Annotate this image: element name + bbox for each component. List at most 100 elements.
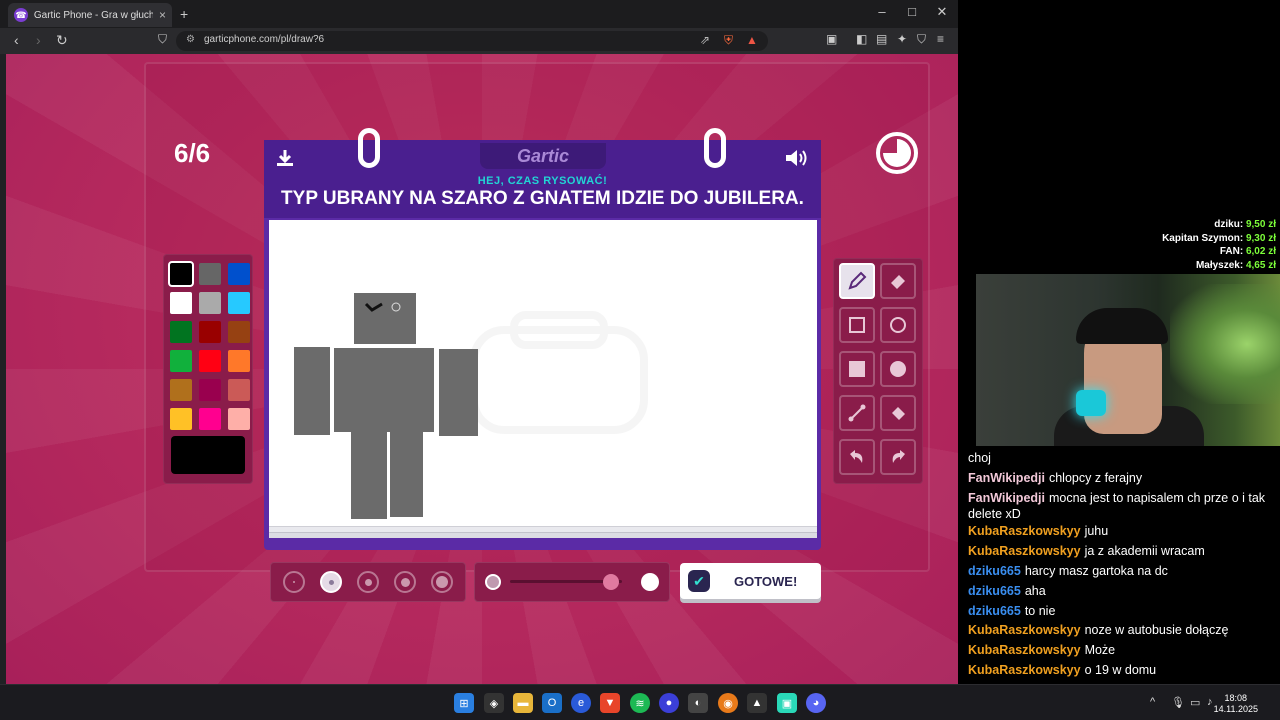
reader-icon[interactable]: ▣: [826, 32, 837, 46]
chat-text: o 19 w domu: [1084, 663, 1157, 677]
color-swatch[interactable]: [228, 292, 250, 314]
color-swatch[interactable]: [228, 263, 250, 285]
download-icon[interactable]: [275, 148, 295, 173]
leo-icon[interactable]: ✦: [897, 32, 907, 46]
tray-chevron-icon[interactable]: ^: [1150, 696, 1155, 708]
spotify-icon[interactable]: ≋: [630, 693, 650, 713]
share-icon[interactable]: ⇗: [700, 33, 710, 47]
app-icon[interactable]: ◐: [688, 693, 708, 713]
rectangle-outline-icon[interactable]: [839, 307, 875, 343]
color-swatch[interactable]: [199, 292, 221, 314]
opacity-low-icon: [485, 574, 501, 590]
discord-icon[interactable]: ◕: [806, 693, 826, 713]
obs-icon[interactable]: ●: [659, 693, 679, 713]
wallet-icon[interactable]: ▤: [876, 32, 887, 46]
color-swatch[interactable]: [199, 379, 221, 401]
chat-username: dziku665: [968, 583, 1021, 598]
back-icon[interactable]: ‹: [14, 32, 19, 48]
opacity-slider-thumb[interactable]: [602, 574, 619, 590]
color-swatch[interactable]: [228, 321, 250, 343]
chat-text: juhu: [1084, 524, 1109, 539]
brush-size-option[interactable]: [283, 571, 305, 593]
color-swatch[interactable]: [199, 408, 221, 430]
undo-icon[interactable]: [839, 439, 875, 475]
volume-icon[interactable]: [784, 148, 810, 173]
url-text: garticphone.com/pl/draw?6: [204, 34, 325, 45]
site-info-icon[interactable]: ⚙: [186, 34, 195, 45]
color-swatch[interactable]: [228, 379, 250, 401]
bookmark-icon[interactable]: ⛉: [158, 32, 167, 47]
tab-bar: ☎ Gartic Phone - Gra w głuchy tele × + –…: [0, 0, 958, 28]
brush-size-option[interactable]: [357, 571, 379, 593]
gartic-logo: Gartic: [480, 143, 606, 169]
start-icon[interactable]: ⊞: [454, 693, 474, 713]
maximize-icon[interactable]: □: [897, 4, 927, 19]
ellipse-filled-icon[interactable]: [880, 351, 916, 387]
chat-username: FanWikipedji: [968, 470, 1045, 485]
chat-username: dziku665: [968, 603, 1021, 618]
menu-icon[interactable]: ≡: [937, 32, 944, 46]
chat-username: KubaRaszkowskyy: [968, 623, 1081, 638]
chat-message: dziku665 harcy masz gartoka na dc: [968, 563, 1276, 579]
color-swatch[interactable]: [170, 292, 192, 314]
edge-icon[interactable]: e: [571, 693, 591, 713]
brave-icon[interactable]: ▼: [600, 693, 620, 713]
line-icon[interactable]: [839, 395, 875, 431]
color-swatch[interactable]: [170, 379, 192, 401]
forward-icon[interactable]: ›: [36, 32, 41, 48]
chat-message: dziku665 aha: [968, 583, 1276, 599]
chat-message: KubaRaszkowskyy noze w autobusie dołączę: [968, 622, 1276, 638]
rectangle-filled-icon[interactable]: [839, 351, 875, 387]
davinci-icon[interactable]: ◈: [484, 693, 504, 713]
color-swatch[interactable]: [199, 350, 221, 372]
chat-message: FanWikipedji mocna jest to napisalem ch p…: [968, 490, 1276, 522]
address-bar[interactable]: ⚙ garticphone.com/pl/draw?6 ⇗ ⛨ ▲: [176, 31, 768, 51]
sidebar-icon[interactable]: ◧: [856, 32, 867, 46]
tab-close-icon[interactable]: ×: [159, 8, 166, 22]
brave-rewards-icon[interactable]: ▲: [746, 33, 758, 47]
chat-message: KubaRaszkowskyy Może: [968, 642, 1276, 658]
brave-shields-icon[interactable]: ⛨: [724, 33, 733, 48]
color-swatch[interactable]: [170, 321, 192, 343]
donation-row: Małyszek: 4,65 zł: [1195, 259, 1276, 271]
done-button[interactable]: ✔ GOTOWE!: [680, 563, 821, 599]
brush-size-option[interactable]: [431, 571, 453, 593]
color-swatch[interactable]: [199, 263, 221, 285]
chat-text: aha: [1024, 583, 1046, 598]
tab-gartic[interactable]: ☎ Gartic Phone - Gra w głuchy tele ×: [8, 3, 172, 27]
microphone-icon[interactable]: 🎙: [1171, 696, 1185, 709]
reload-icon[interactable]: ↻: [56, 32, 68, 49]
bucket-icon[interactable]: [880, 395, 916, 431]
speaker-icon[interactable]: ♪: [1207, 696, 1213, 708]
done-label: GOTOWE!: [734, 573, 798, 589]
color-swatch[interactable]: [228, 350, 250, 372]
vpn-icon[interactable]: ⛉: [917, 32, 926, 47]
color-swatch[interactable]: [170, 408, 192, 430]
clock[interactable]: 18:08 14.11.2025: [1214, 693, 1258, 715]
app-icon[interactable]: ▣: [777, 693, 797, 713]
chat-username: KubaRaszkowskyy: [968, 544, 1081, 559]
app-icon[interactable]: ▲: [747, 693, 767, 713]
brush-size-option[interactable]: [394, 571, 416, 593]
color-swatch[interactable]: [199, 321, 221, 343]
file-explorer-icon[interactable]: ▬: [513, 693, 533, 713]
color-swatch[interactable]: [170, 350, 192, 372]
ellipse-outline-icon[interactable]: [880, 307, 916, 343]
brush-size-option[interactable]: [320, 571, 342, 593]
pencil-icon[interactable]: [839, 263, 875, 299]
blender-icon[interactable]: ◉: [718, 693, 738, 713]
color-swatch[interactable]: [168, 261, 194, 287]
close-window-icon[interactable]: ✕: [927, 4, 957, 20]
brush-size-dot: [364, 578, 372, 586]
minimize-icon[interactable]: –: [867, 4, 897, 19]
streamer-cap: [1076, 308, 1168, 344]
board-subtitle: HEJ, CZAS RYSOWAĆ!: [477, 175, 608, 187]
chat-text: Może: [1084, 643, 1116, 658]
outlook-icon[interactable]: O: [542, 693, 562, 713]
new-tab-icon[interactable]: +: [180, 6, 188, 22]
eraser-icon[interactable]: [880, 263, 916, 299]
redo-icon[interactable]: [880, 439, 916, 475]
network-icon[interactable]: ▭: [1190, 696, 1200, 709]
chat-text: noze w autobusie dołączę: [1084, 623, 1229, 638]
color-swatch[interactable]: [228, 408, 250, 430]
